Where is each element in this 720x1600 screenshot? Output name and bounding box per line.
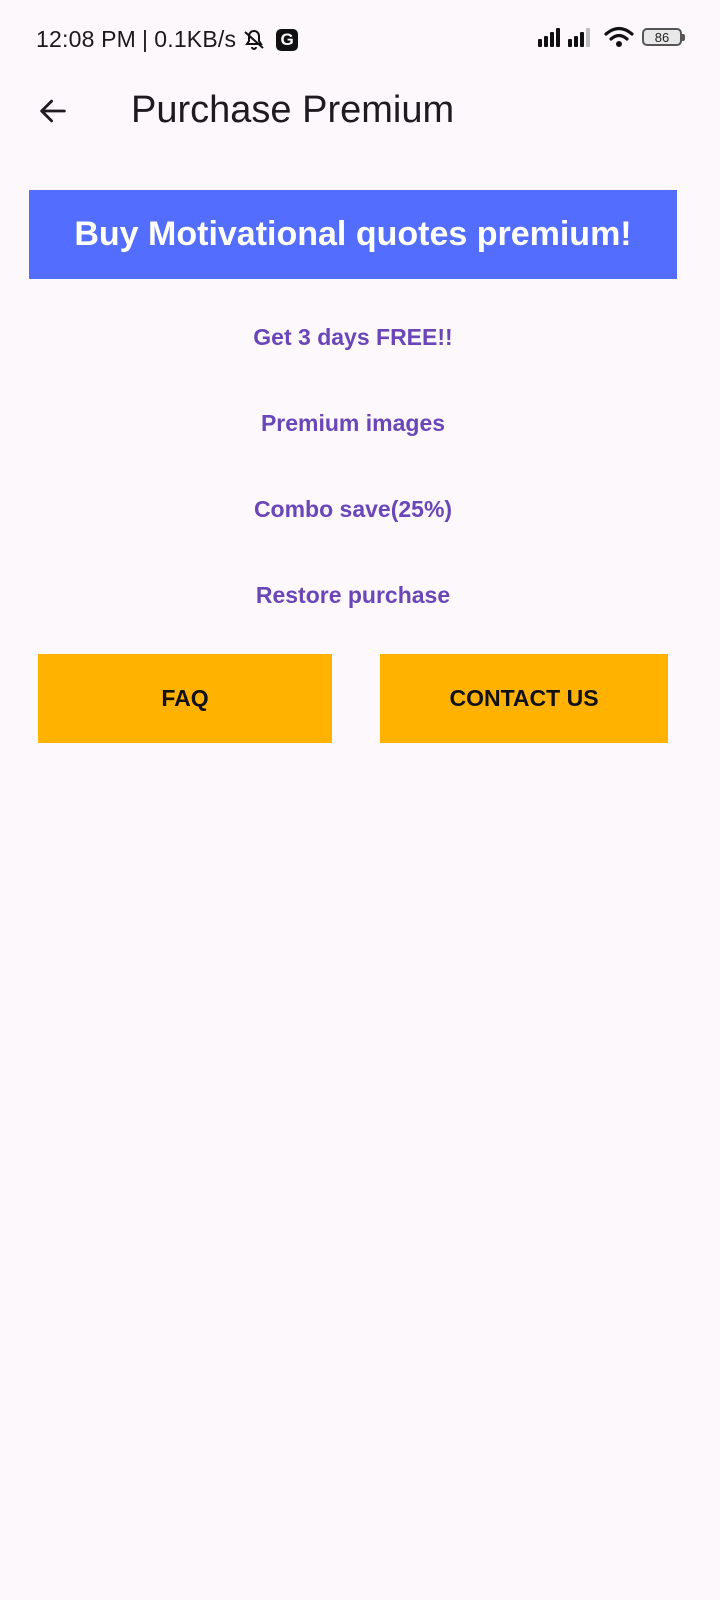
- bell-off-icon: [242, 28, 266, 52]
- faq-button[interactable]: FAQ: [38, 654, 332, 743]
- status-right: 86: [538, 26, 685, 48]
- signal-icon: [538, 27, 562, 47]
- status-left: 12:08 PM | 0.1KB/s G: [36, 26, 299, 53]
- app-bar: Purchase Premium: [0, 80, 720, 142]
- promo-banner: Buy Motivational quotes premium!: [29, 190, 677, 279]
- status-separator: |: [142, 26, 149, 52]
- battery-icon: 86: [642, 28, 685, 46]
- page-title: Purchase Premium: [131, 89, 455, 131]
- arrow-back-icon: [40, 99, 66, 123]
- battery-level: 86: [654, 29, 670, 45]
- restore-purchase-link[interactable]: Restore purchase: [0, 582, 706, 609]
- combo-save-link[interactable]: Combo save(25%): [0, 496, 706, 523]
- free-trial-link[interactable]: Get 3 days FREE!!: [0, 324, 706, 351]
- promo-banner-text: Buy Motivational quotes premium!: [74, 215, 632, 253]
- contact-us-button[interactable]: CONTACT US: [380, 654, 668, 743]
- status-time: 12:08 PM: [36, 26, 137, 52]
- back-button[interactable]: [28, 86, 78, 136]
- premium-images-link[interactable]: Premium images: [0, 410, 706, 437]
- status-bar: 12:08 PM | 0.1KB/s G 86: [0, 0, 720, 80]
- status-net-speed: 0.1KB/s: [154, 26, 237, 52]
- signal-icon: [568, 27, 592, 47]
- g-app-icon: G: [276, 28, 299, 51]
- wifi-icon: [604, 26, 634, 48]
